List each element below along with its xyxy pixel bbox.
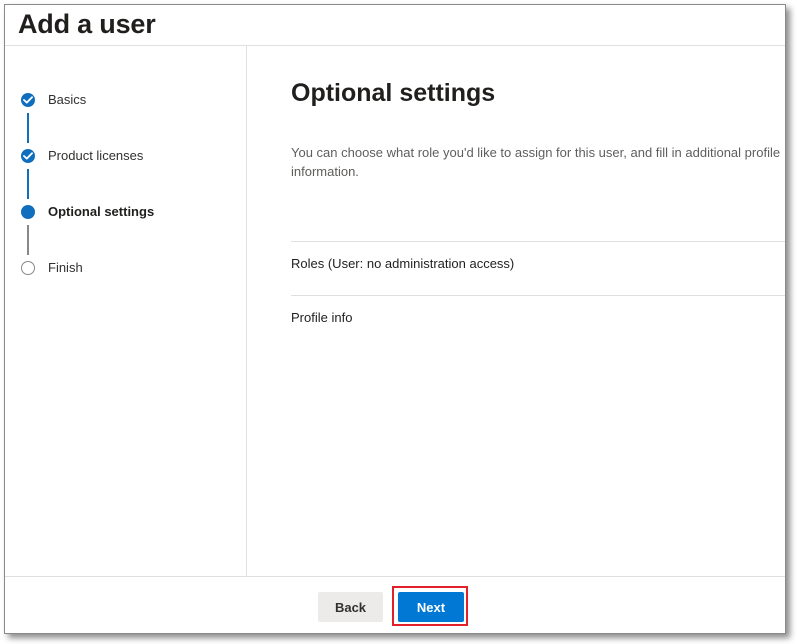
step-optional-settings[interactable]: Optional settings xyxy=(21,203,241,223)
step-pending-icon xyxy=(21,261,35,275)
panel-header: Add a user xyxy=(5,5,785,46)
step-complete-icon xyxy=(21,149,35,163)
step-basics[interactable]: Basics xyxy=(21,91,241,111)
step-connector xyxy=(27,225,29,255)
roles-section-label: Roles (User: no administration access) xyxy=(291,256,515,271)
step-connector xyxy=(27,113,29,143)
step-finish[interactable]: Finish xyxy=(21,259,241,279)
checkmark-icon xyxy=(23,152,33,160)
step-current-icon xyxy=(21,205,35,219)
step-label: Optional settings xyxy=(48,204,155,219)
main-content: Optional settings You can choose what ro… xyxy=(247,46,785,576)
step-label: Finish xyxy=(48,260,83,275)
profile-info-section[interactable]: Profile info xyxy=(291,295,785,350)
page-description: You can choose what role you'd like to a… xyxy=(291,145,781,179)
back-button[interactable]: Back xyxy=(318,592,383,622)
profile-info-section-label: Profile info xyxy=(291,310,353,325)
checkmark-icon xyxy=(23,96,33,104)
wizard-footer: Back Next xyxy=(5,576,785,633)
step-connector xyxy=(27,169,29,199)
step-label: Basics xyxy=(48,92,87,107)
page-title: Optional settings xyxy=(291,79,496,107)
wizard-steps-nav: Basics Product licenses Optional setting… xyxy=(5,46,247,576)
step-label: Product licenses xyxy=(48,148,144,163)
roles-section[interactable]: Roles (User: no administration access) xyxy=(291,241,785,296)
step-complete-icon xyxy=(21,93,35,107)
panel-title: Add a user xyxy=(18,9,156,39)
step-product-licenses[interactable]: Product licenses xyxy=(21,147,241,167)
next-button[interactable]: Next xyxy=(398,592,464,622)
add-user-panel: Add a user Basics Product licenses Optio… xyxy=(4,4,786,634)
